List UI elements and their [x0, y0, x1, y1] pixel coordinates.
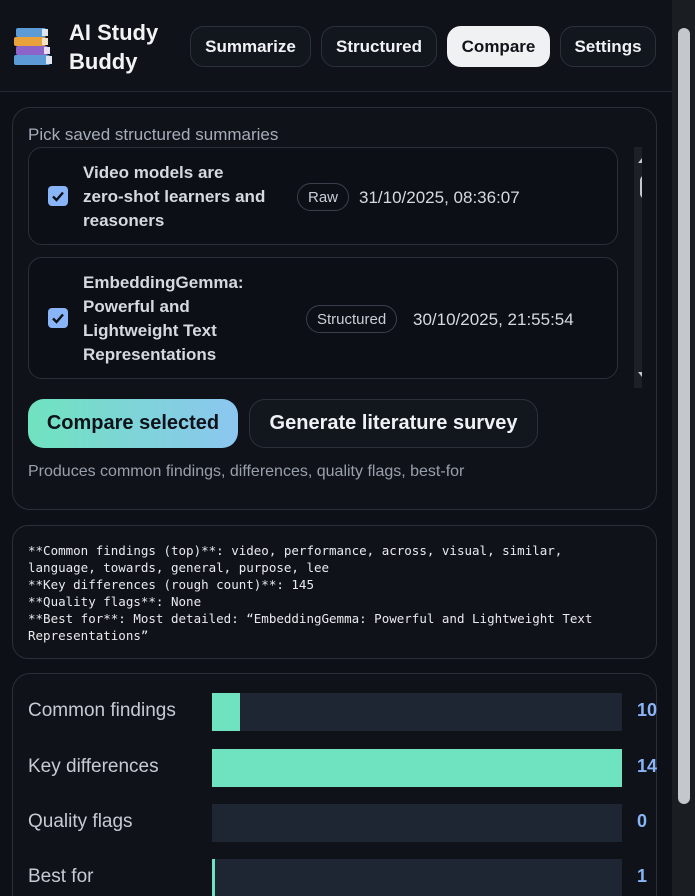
bar-value-label: 10 — [637, 700, 658, 720]
type-badge: Raw — [297, 183, 350, 211]
comparison-output-card: **Common findings (top)**: video, perfor… — [12, 525, 657, 659]
bar-track — [212, 859, 622, 896]
item-title: EmbeddingGemma: Powerful and Lightweight… — [83, 273, 244, 364]
tab-structured[interactable]: Structured — [321, 26, 437, 67]
check-icon — [52, 191, 64, 202]
page-scrollbar[interactable] — [672, 0, 695, 896]
header: AI Study Buddy Summarize Structured Comp… — [0, 0, 672, 92]
bar-fill — [212, 693, 240, 731]
generate-survey-button[interactable]: Generate literature survey — [249, 399, 538, 448]
list-item[interactable]: Video models are zero-shot learners and … — [28, 147, 618, 245]
books-icon — [14, 28, 52, 65]
bar-track — [212, 749, 622, 787]
scroll-down-arrow-icon[interactable] — [638, 372, 642, 382]
app-root: AI Study Buddy Summarize Structured Comp… — [0, 0, 672, 896]
bar-label: Key differences — [28, 756, 159, 777]
page-scrollbar-thumb[interactable] — [678, 28, 690, 804]
bar-row: Best for 1 — [13, 857, 672, 896]
scroll-up-arrow-icon[interactable] — [638, 153, 642, 163]
bar-track — [212, 804, 622, 842]
picker-label: Pick saved structured summaries — [28, 125, 279, 144]
bar-fill — [212, 749, 622, 787]
bar-row: Quality flags 0 — [13, 802, 672, 842]
comparison-output-text: **Common findings (top)**: video, perfor… — [28, 543, 593, 643]
item-checkbox[interactable] — [48, 308, 68, 328]
bar-label: Common findings — [28, 700, 176, 721]
list-item[interactable]: EmbeddingGemma: Powerful and Lightweight… — [28, 257, 618, 379]
summary-picker-card: Pick saved structured summaries Video mo… — [12, 107, 657, 510]
bar-track — [212, 693, 622, 731]
check-icon — [52, 313, 64, 324]
type-badge: Structured — [306, 305, 398, 333]
bar-row: Key differences 14 — [13, 747, 672, 787]
bar-value-label: 14 — [637, 756, 658, 776]
list-scrollbar-thumb[interactable] — [640, 175, 642, 199]
bar-label: Best for — [28, 866, 94, 887]
bar-fill — [212, 859, 215, 896]
bar-value-label: 0 — [637, 811, 648, 831]
comparison-bar-chart: Common findings 10 Key differences 14 Qualit… — [12, 673, 657, 896]
bar-value-label: 1 — [637, 866, 648, 886]
item-checkbox[interactable] — [48, 186, 68, 206]
tab-summarize[interactable]: Summarize — [190, 26, 311, 67]
list-scrollbar[interactable] — [634, 147, 642, 388]
tab-settings[interactable]: Settings — [560, 26, 656, 67]
compare-hint: Produces common findings, differences, q… — [28, 463, 465, 480]
tab-compare[interactable]: Compare — [447, 26, 550, 67]
bar-row: Common findings 10 — [13, 691, 672, 731]
app-title: AI Study Buddy — [69, 20, 159, 74]
item-date: 31/10/2025, 08:36:07 — [359, 188, 520, 207]
compare-selected-button[interactable]: Compare selected — [28, 399, 238, 448]
item-title: Video models are zero-shot learners and … — [83, 163, 266, 230]
summary-list: Video models are zero-shot learners and … — [28, 147, 642, 388]
item-date: 30/10/2025, 21:55:54 — [413, 310, 574, 329]
bar-label: Quality flags — [28, 811, 133, 832]
